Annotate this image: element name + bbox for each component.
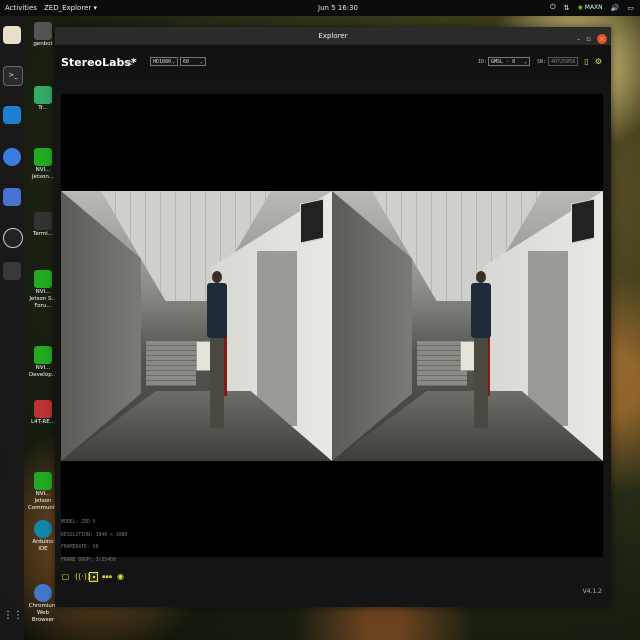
desktop-icon-label: genbot [33,41,53,47]
desktop-icon-arduino[interactable]: Arduino IDE [28,520,58,553]
power-mode-label[interactable]: ◉ MAXN [578,4,603,11]
activities-button[interactable]: Activities [5,4,37,12]
nvidia-icon [34,346,52,364]
desktop-icon-label: Chromium Web Browser [28,603,58,623]
system-tray[interactable]: ⏻ ⇅ ◉ MAXN 🔊 ▭ [550,3,634,12]
id-label: ID: [478,59,488,65]
info-model: MODEL: ZED X [61,520,96,525]
app-grid-icon[interactable]: ⋮⋮ [3,610,23,628]
close-icon[interactable]: × [597,34,607,44]
hd-icon[interactable]: ▪▪▪ [102,572,112,582]
serial-number-field: 40725958 [548,57,578,66]
desktop-icon-terminal[interactable]: Termi... [28,212,58,238]
stereo-video-feed [61,191,603,461]
camera-id-value: GMSL - 0 [491,59,516,65]
trash-icon [34,86,52,104]
volume-icon[interactable]: 🔊 [611,4,620,12]
nvidia-icon [34,472,52,490]
desktop-icon-label: Tr... [38,105,48,111]
resolution-select[interactable]: HD1080 ⌄ [150,57,178,66]
document-icon [34,400,52,418]
window-title: Explorer [318,32,348,40]
left-camera-view [61,191,332,461]
power-mode-text: MAXN [584,4,603,11]
desktop-icon-genbot[interactable]: genbot [28,22,58,48]
sn-label: SN: [537,59,547,65]
nvidia-icon [34,270,52,288]
power-icon[interactable]: ⏻ [550,3,556,12]
vscode-icon[interactable] [3,106,21,124]
desktop-icon-community[interactable]: NVI... Jetson Communit... [28,472,62,512]
chevron-down-icon: ⌄ [171,59,175,65]
chevron-down-icon: ⌄ [523,59,527,65]
zed-explorer-icon[interactable] [3,262,21,280]
right-camera-view [332,191,603,461]
fps-select[interactable]: 60 ⌄ [180,57,206,66]
info-framerate: FRAMERATE: 60 [61,545,99,550]
settings-icon[interactable]: ⚙ [594,57,603,66]
explorer-window: Explorer – ▫ × StereoLabs* LIVE HD1080 ⌄ … [55,27,611,607]
files-icon[interactable] [3,26,21,44]
chevron-down-icon: ⌄ [199,59,203,65]
desktop-icon-label: Arduino IDE [32,539,54,552]
app-header: StereoLabs* LIVE HD1080 ⌄ 60 ⌄ ID: GMSL - … [55,45,611,81]
file-icon[interactable]: ▢ [61,572,70,582]
desktop-icon-chromium[interactable]: Chromium Web Browser [28,584,58,624]
desktop-icon-trash[interactable]: Tr... [28,86,58,112]
serial-number-value: 40725958 [551,59,576,65]
terminal-icon [34,212,52,230]
clock[interactable]: Jun 5 16:30 [318,4,358,12]
top-bar: Activities ZED_Explorer ▾ Jun 5 16:30 ⏻ … [0,0,640,16]
chromium-icon[interactable] [3,148,21,166]
battery-icon[interactable]: ▭ [627,4,634,12]
desktop-icon-jetson[interactable]: NVI... Jetson... [28,148,58,181]
chromium-icon [34,584,52,602]
desktop-icon-label: NVI... Jetson... [31,167,55,180]
camera-viewer [61,94,603,557]
app-menu[interactable]: ZED_Explorer ▾ [44,4,97,12]
live-label: LIVE [121,61,134,67]
dock: >_ ⋮⋮ [0,16,24,640]
broadcast-icon[interactable]: ((·)) [75,572,90,582]
window-titlebar[interactable]: Explorer – ▫ × [55,27,611,45]
version-label: V4.1.2 [582,588,602,595]
phone-icon[interactable]: ▯ [582,57,591,66]
desktop-icon-label: Termi... [32,231,54,237]
recording-icon[interactable]: ⦿ [89,572,98,582]
nvidia-icon: ◉ [577,4,583,11]
arduino-icon [34,520,52,538]
info-frame-drop: FRAME DROP: 3/35409 [61,557,116,563]
nvidia-icon [34,148,52,166]
terminal-icon[interactable]: >_ [3,66,23,86]
resolution-value: HD1080 [153,59,172,65]
camera-icon[interactable]: ◉ [116,572,125,582]
desktop-icon-label: NVI... Jetson S... Foru... [29,289,57,309]
camera-id-select[interactable]: GMSL - 0 ⌄ [488,57,530,66]
screenshot-icon[interactable] [3,188,21,206]
info-resolution: RESOLUTION: 3840 x 1080 [61,532,128,538]
home-folder-icon [34,22,52,40]
desktop-icon-label: NVI... Develop... [29,365,57,378]
desktop-icon-forum[interactable]: NVI... Jetson S... Foru... [28,270,58,310]
footer-toolbar: ▢ ((·)) ⦿ ▪▪▪ ◉ V4.1.2 [55,567,611,607]
desktop-icon-l4t[interactable]: L4T-RE... [28,400,58,426]
obs-icon[interactable] [3,228,23,248]
desktop-icon-developer[interactable]: NVI... Develop... [28,346,58,379]
network-icon[interactable]: ⇅ [564,4,570,12]
desktop-icon-label: L4T-RE... [31,419,55,425]
fps-value: 60 [183,59,190,65]
